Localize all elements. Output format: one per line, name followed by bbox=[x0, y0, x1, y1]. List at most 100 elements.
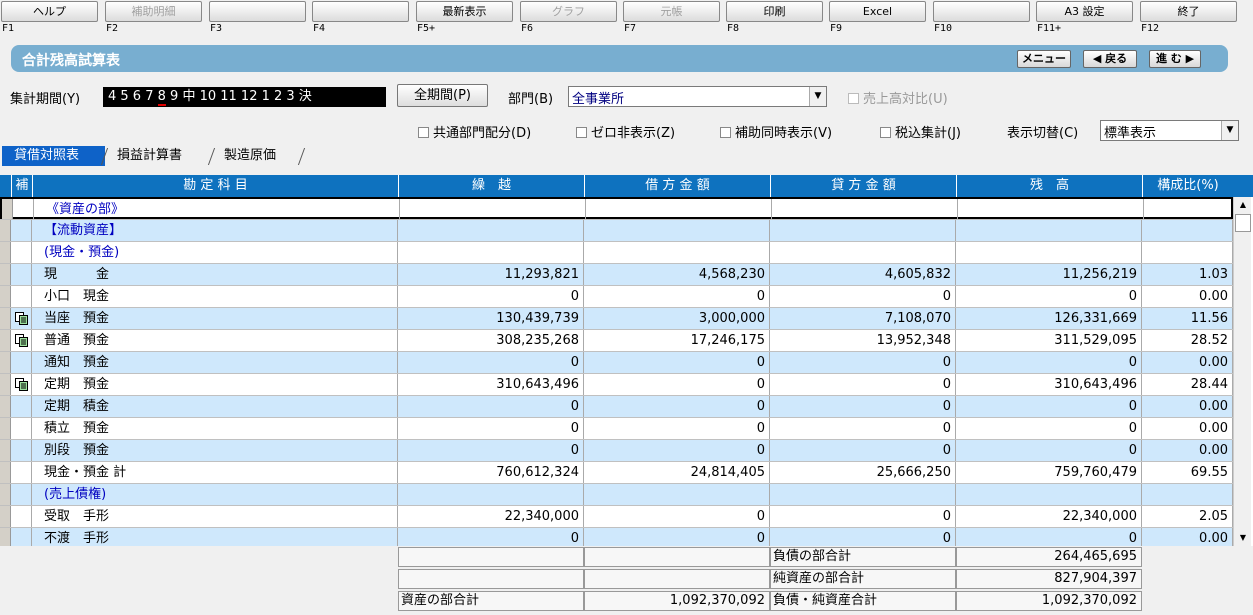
sub-display-checkbox[interactable]: 補助同時表示(V) bbox=[720, 122, 832, 141]
row-indicator[interactable] bbox=[0, 418, 11, 440]
sales-ratio-checkbox[interactable]: 売上高対比(U) bbox=[848, 88, 948, 107]
vertical-scrollbar[interactable]: ▲ ▼ bbox=[1233, 197, 1251, 546]
fkey-button[interactable]: 印刷 bbox=[726, 1, 823, 22]
period-selector[interactable]: 4 5 6 7 8 9 中 10 11 12 1 2 3 決 bbox=[103, 87, 386, 107]
row-indicator[interactable] bbox=[0, 374, 11, 396]
next-button[interactable]: 進 む ▶ bbox=[1149, 50, 1201, 68]
sub-ledger-icon[interactable] bbox=[15, 378, 28, 391]
sub-account-cell[interactable] bbox=[11, 484, 32, 506]
tax-incl-checkbox[interactable]: 税込集計(J) bbox=[880, 122, 961, 141]
sub-account-cell[interactable] bbox=[13, 199, 34, 221]
sub-account-cell[interactable] bbox=[11, 396, 32, 418]
col-header-credit[interactable]: 貸 方 金 額 bbox=[770, 175, 956, 197]
table-row[interactable]: 通知 預金 0 0 0 0 0.00 bbox=[0, 351, 1233, 374]
col-header-balance[interactable]: 残 高 bbox=[956, 175, 1142, 197]
row-indicator[interactable] bbox=[0, 484, 11, 506]
table-row[interactable]: 小口 現金 0 0 0 0 0.00 bbox=[0, 285, 1233, 308]
sub-account-cell[interactable] bbox=[11, 440, 32, 462]
fkey-button[interactable]: 最新表示 bbox=[416, 1, 513, 22]
table-row[interactable]: 定期 積金 0 0 0 0 0.00 bbox=[0, 395, 1233, 418]
table-row[interactable]: 別段 預金 0 0 0 0 0.00 bbox=[0, 439, 1233, 462]
col-header-debit[interactable]: 借 方 金 額 bbox=[584, 175, 770, 197]
table-row[interactable]: 積立 預金 0 0 0 0 0.00 bbox=[0, 417, 1233, 440]
row-indicator[interactable] bbox=[0, 462, 11, 484]
table-row[interactable]: 普通 預金 308,235,268 17,246,175 13,952,348 311,… bbox=[0, 329, 1233, 352]
fkey-button[interactable]: ヘルプ bbox=[1, 1, 98, 22]
full-period-button[interactable]: 全期間(P) bbox=[397, 84, 488, 107]
row-indicator[interactable] bbox=[0, 528, 11, 546]
row-indicator[interactable] bbox=[0, 264, 11, 286]
sub-account-cell[interactable] bbox=[11, 506, 32, 528]
common-dept-checkbox[interactable]: 共通部門配分(D) bbox=[418, 122, 531, 141]
row-indicator[interactable] bbox=[0, 308, 11, 330]
tab-balance-sheet[interactable]: 貸借対照表 bbox=[2, 146, 109, 166]
fkey-button[interactable]: 元帳 bbox=[623, 1, 720, 22]
scroll-thumb[interactable] bbox=[1235, 214, 1251, 232]
scroll-up-icon[interactable]: ▲ bbox=[1235, 197, 1251, 213]
row-indicator[interactable] bbox=[0, 286, 11, 308]
zero-hide-checkbox[interactable]: ゼロ非表示(Z) bbox=[576, 122, 675, 141]
view-select[interactable]: 標準表示 ▼ bbox=[1100, 120, 1239, 141]
sub-account-cell[interactable] bbox=[11, 352, 32, 374]
sub-account-cell[interactable] bbox=[11, 418, 32, 440]
sub-account-cell[interactable] bbox=[11, 528, 32, 546]
sub-ledger-icon[interactable] bbox=[15, 334, 28, 347]
fkey-button[interactable] bbox=[312, 1, 409, 22]
tab-manufacturing-cost[interactable]: 製造原価 bbox=[212, 146, 306, 166]
sales-ratio-label: 売上高対比(U) bbox=[863, 92, 948, 107]
back-button[interactable]: ◀ 戻る bbox=[1083, 50, 1137, 68]
view-label: 表示切替(C) bbox=[1007, 126, 1079, 141]
debit-cell bbox=[584, 484, 770, 505]
row-indicator[interactable] bbox=[0, 352, 11, 374]
table-row[interactable]: (現金・預金) bbox=[0, 241, 1233, 264]
fkey-button[interactable] bbox=[933, 1, 1030, 22]
table-row[interactable]: (売上債権) bbox=[0, 483, 1233, 506]
col-header-account[interactable]: 勘 定 科 目 bbox=[32, 175, 398, 197]
table-row[interactable]: 【流動資産】 bbox=[0, 219, 1233, 242]
table-row[interactable]: 現金・預金 計 760,612,324 24,814,405 25,666,250 75… bbox=[0, 461, 1233, 484]
table-row[interactable]: 定期 預金 310,643,496 0 0 310,643,496 28.44 bbox=[0, 373, 1233, 396]
fkey-button[interactable]: 終了 bbox=[1140, 1, 1237, 22]
row-indicator[interactable] bbox=[2, 199, 13, 221]
tab-income-statement[interactable]: 損益計算書 bbox=[105, 146, 216, 166]
sub-account-cell[interactable] bbox=[11, 374, 32, 396]
sub-account-cell[interactable] bbox=[11, 308, 32, 330]
fkey-f11plus: A3 設定 F11+ bbox=[1035, 0, 1134, 38]
row-indicator[interactable] bbox=[0, 242, 11, 264]
fkey-button[interactable]: Excel bbox=[829, 1, 926, 22]
fkey-button[interactable]: 補助明細 bbox=[105, 1, 202, 22]
menu-button[interactable]: メニュー bbox=[1017, 50, 1071, 68]
period-selected-month[interactable]: 8 bbox=[157, 89, 166, 106]
row-indicator[interactable] bbox=[0, 506, 11, 528]
table-row[interactable]: 当座 預金 130,439,739 3,000,000 7,108,070 126,33… bbox=[0, 307, 1233, 330]
sub-account-cell[interactable] bbox=[11, 242, 32, 264]
table-row[interactable]: 受取 手形 22,340,000 0 0 22,340,000 2.05 bbox=[0, 505, 1233, 528]
fkey-button[interactable]: グラフ bbox=[520, 1, 617, 22]
table-row[interactable]: 《資産の部》 bbox=[0, 197, 1235, 221]
col-header-ratio[interactable]: 構成比(%) bbox=[1142, 175, 1233, 197]
fkey-label: F8 bbox=[727, 23, 740, 34]
sub-account-cell[interactable] bbox=[11, 220, 32, 242]
scroll-down-icon[interactable]: ▼ bbox=[1235, 530, 1251, 546]
chevron-down-icon[interactable]: ▼ bbox=[1221, 121, 1238, 140]
sub-ledger-icon[interactable] bbox=[15, 312, 28, 325]
debit-cell: 4,568,230 bbox=[584, 264, 770, 285]
col-header-carry[interactable]: 繰 越 bbox=[398, 175, 584, 197]
sub-account-cell[interactable] bbox=[11, 286, 32, 308]
row-indicator[interactable] bbox=[0, 220, 11, 242]
ratio-cell: 11.56 bbox=[1142, 308, 1233, 329]
row-indicator[interactable] bbox=[0, 330, 11, 352]
table-row[interactable]: 現 金 11,293,821 4,568,230 4,605,832 11,256,21… bbox=[0, 263, 1233, 286]
fkey-button[interactable]: A3 設定 bbox=[1036, 1, 1133, 22]
sub-account-cell[interactable] bbox=[11, 462, 32, 484]
sub-account-cell[interactable] bbox=[11, 264, 32, 286]
row-indicator[interactable] bbox=[0, 440, 11, 462]
account-name: (現金・預金) bbox=[32, 242, 398, 263]
fkey-button[interactable] bbox=[209, 1, 306, 22]
dept-select[interactable]: 全事業所 ▼ bbox=[568, 86, 827, 107]
table-row[interactable]: 不渡 手形 0 0 0 0 0.00 bbox=[0, 527, 1233, 546]
chevron-down-icon[interactable]: ▼ bbox=[809, 87, 826, 106]
col-header-ho[interactable]: 補 bbox=[11, 175, 32, 197]
sub-account-cell[interactable] bbox=[11, 330, 32, 352]
row-indicator[interactable] bbox=[0, 396, 11, 418]
